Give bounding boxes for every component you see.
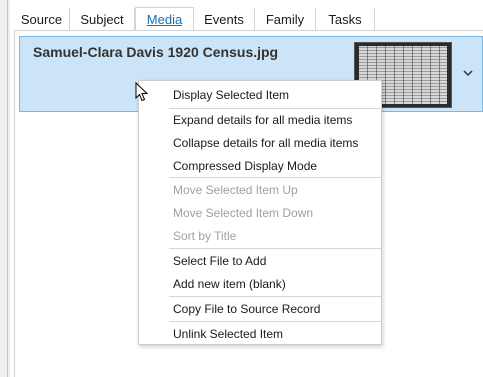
menu-item-sort-by-title: Sort by Title: [173, 229, 237, 243]
menu-item-select-file[interactable]: Select File to Add: [173, 250, 266, 272]
mouse-pointer-icon: [135, 82, 149, 102]
media-item-title: Samuel-Clara Davis 1920 Census.jpg: [33, 44, 279, 60]
menu-item-compressed-mode[interactable]: Compressed Display Mode: [173, 155, 317, 177]
content-left-border: [14, 30, 15, 377]
menu-item-expand-all[interactable]: Expand details for all media items: [173, 109, 352, 131]
menu-separator: [169, 321, 381, 322]
menu-separator: [169, 177, 381, 178]
menu-item-add-blank[interactable]: Add new item (blank): [173, 273, 286, 295]
context-menu: Display Selected Item Expand details for…: [138, 80, 382, 345]
menu-item-copy-to-source[interactable]: Copy File to Source Record: [173, 298, 320, 320]
tab-media[interactable]: Media: [135, 7, 194, 30]
tab-family[interactable]: Family: [255, 8, 316, 30]
menu-item-display-selected[interactable]: Display Selected Item: [173, 84, 289, 106]
media-panel-window: Source Subject Media Events Family Tasks…: [0, 0, 483, 377]
tab-strip: Source Subject Media Events Family Tasks: [14, 7, 483, 31]
menu-item-move-down: Move Selected Item Down: [173, 206, 314, 220]
menu-item-move-up: Move Selected Item Up: [173, 183, 298, 197]
menu-separator: [169, 248, 381, 249]
menu-item-collapse-all[interactable]: Collapse details for all media items: [173, 132, 358, 154]
menu-separator: [169, 296, 381, 297]
chevron-down-icon[interactable]: [461, 66, 475, 80]
tab-source[interactable]: Source: [14, 8, 70, 30]
tab-subject[interactable]: Subject: [70, 8, 135, 30]
left-panel-divider[interactable]: [7, 0, 8, 377]
tab-tasks[interactable]: Tasks: [316, 8, 375, 30]
menu-item-unlink[interactable]: Unlink Selected Item: [173, 323, 283, 345]
tab-events[interactable]: Events: [194, 8, 255, 30]
left-panel-edge: [0, 0, 10, 377]
